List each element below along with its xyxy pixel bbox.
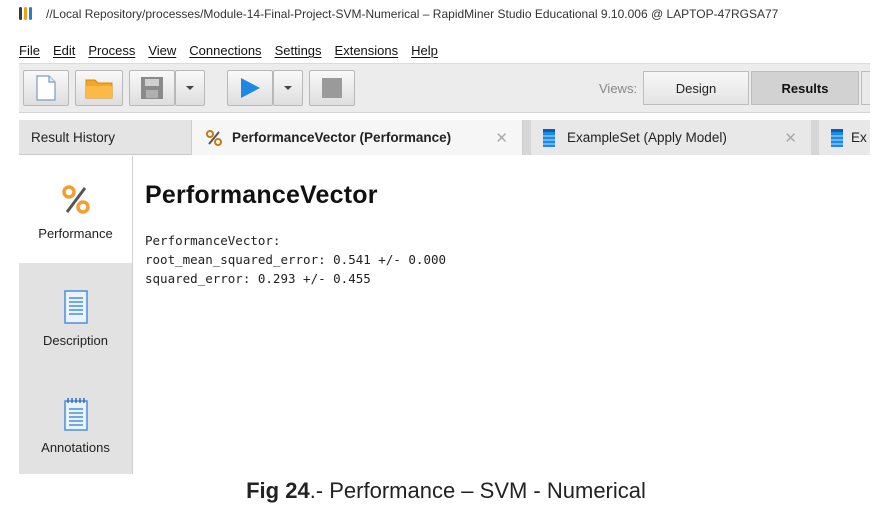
views-label: Views: (599, 81, 638, 96)
tab-example-set-2[interactable]: Ex (819, 120, 870, 155)
screenshot-frame: //Local Repository/processes/Module-14-F… (0, 0, 892, 519)
result-view-sidebar: Performance Description Annotations (19, 156, 133, 474)
title-bar: //Local Repository/processes/Module-14-F… (0, 0, 870, 28)
menu-extensions[interactable]: Extensions (335, 43, 399, 63)
run-options-dropdown[interactable] (273, 70, 303, 106)
menu-help[interactable]: Help (411, 43, 438, 63)
stop-process-button[interactable] (309, 70, 355, 106)
menu-process[interactable]: Process (88, 43, 135, 63)
tab-label: Result History (31, 130, 116, 145)
menu-bar: File Edit Process View Connections Setti… (19, 43, 451, 63)
figure-caption-text: .- Performance – SVM - Numerical (309, 478, 646, 503)
sidebar-item-annotations[interactable]: Annotations (19, 370, 132, 474)
rapidminer-logo-icon (18, 5, 38, 23)
figure-caption: Fig 24.- Performance – SVM - Numerical (0, 478, 892, 504)
run-process-button[interactable] (227, 70, 273, 106)
menu-connections[interactable]: Connections (189, 43, 261, 63)
tab-label: ExampleSet (Apply Model) (567, 130, 727, 145)
performance-line: PerformanceVector: (145, 233, 281, 248)
design-view-button[interactable]: Design (643, 71, 749, 105)
stop-icon (322, 78, 342, 98)
tab-result-history[interactable]: Result History (19, 120, 191, 155)
menu-view[interactable]: View (148, 43, 176, 63)
performance-line: squared_error: 0.293 +/- 0.455 (145, 271, 371, 286)
next-view-button[interactable] (861, 71, 870, 105)
notepad-icon (63, 396, 89, 432)
table-icon (543, 128, 555, 147)
save-process-button[interactable] (129, 70, 175, 106)
save-options-dropdown[interactable] (175, 70, 205, 106)
tab-performance-vector[interactable]: PerformanceVector (Performance) ✕ (191, 120, 523, 155)
tab-divider (811, 120, 819, 155)
tab-label: PerformanceVector (Performance) (232, 130, 452, 145)
table-icon (831, 128, 843, 147)
sidebar-item-performance[interactable]: Performance (19, 156, 132, 263)
document-icon (63, 289, 88, 325)
close-icon[interactable]: ✕ (784, 129, 797, 147)
new-process-button[interactable] (23, 70, 69, 106)
page-title: PerformanceVector (145, 181, 378, 209)
figure-number: Fig 24 (246, 478, 310, 503)
tab-example-set[interactable]: ExampleSet (Apply Model) ✕ (531, 120, 811, 155)
performance-view-content: PerformanceVector PerformanceVector: roo… (133, 156, 870, 474)
performance-line: root_mean_squared_error: 0.541 +/- 0.000 (145, 252, 447, 267)
sidebar-item-description[interactable]: Description (19, 263, 132, 370)
save-disk-icon (141, 77, 163, 99)
sidebar-item-label: Annotations (41, 440, 110, 455)
close-icon[interactable]: ✕ (495, 129, 508, 147)
menu-edit[interactable]: Edit (53, 43, 75, 63)
tab-divider (523, 120, 531, 155)
chevron-down-icon (186, 86, 194, 90)
play-icon (241, 78, 260, 98)
sidebar-item-label: Performance (38, 226, 113, 241)
percent-icon (206, 129, 222, 146)
percent-icon (61, 182, 90, 218)
open-process-button[interactable] (75, 70, 123, 106)
chevron-down-icon (284, 86, 292, 90)
folder-icon (85, 79, 113, 99)
tab-label: Ex (851, 130, 867, 145)
toolbar: Views: Design Results (19, 63, 870, 113)
menu-settings[interactable]: Settings (275, 43, 322, 63)
results-view-button[interactable]: Results (751, 71, 859, 105)
sidebar-item-label: Description (42, 333, 109, 348)
results-tabs: Result History PerformanceVector (Perfor… (19, 120, 870, 155)
new-document-icon (36, 75, 56, 101)
menu-file[interactable]: File (19, 43, 40, 63)
window-title: //Local Repository/processes/Module-14-F… (46, 7, 779, 21)
